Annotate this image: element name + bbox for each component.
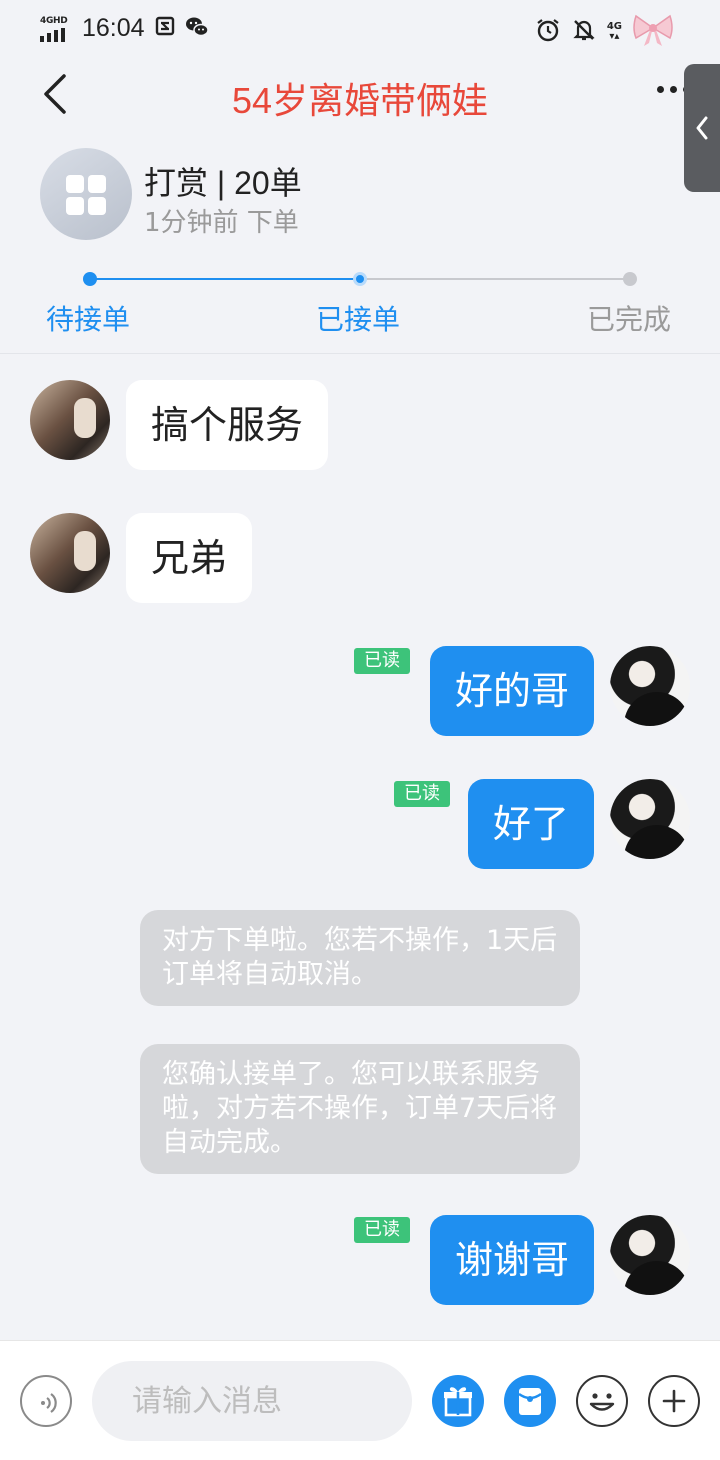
progress-line-done <box>90 278 360 280</box>
page-title: 54岁离婚带俩娃 <box>231 80 489 121</box>
message-bubble-incoming[interactable]: 兄弟 <box>126 513 253 603</box>
4g-icon: 4G ▾▴ <box>606 21 622 42</box>
status-bar: 4GHD 16:04 4G ▾▴ <box>0 0 720 58</box>
chat-header: 54岁离婚带俩娃 <box>0 58 720 130</box>
emoji-button[interactable] <box>576 1375 628 1427</box>
4g-label: 4G <box>606 21 622 32</box>
alarm-icon <box>535 17 561 47</box>
avatar[interactable] <box>610 646 690 726</box>
progress-label-pending-accept: 待接单 <box>46 303 131 336</box>
plus-icon <box>662 1389 686 1413</box>
sim-icon <box>155 16 175 41</box>
bow-icon <box>632 12 674 52</box>
read-badge: 已读 <box>394 781 450 807</box>
read-badge: 已读 <box>354 648 410 674</box>
chevron-left-icon <box>696 116 708 140</box>
progress-dot-3 <box>623 272 637 286</box>
avatar[interactable] <box>610 779 690 859</box>
progress-dot-2 <box>353 272 367 286</box>
message-input[interactable] <box>92 1361 412 1441</box>
smile-icon <box>589 1393 615 1411</box>
side-drawer-handle[interactable] <box>684 64 720 192</box>
avatar[interactable] <box>30 380 110 460</box>
progress-label-completed: 已完成 <box>587 303 672 336</box>
input-bar <box>0 1340 720 1460</box>
message-bubble-outgoing[interactable]: 好的哥 <box>429 646 594 736</box>
voice-icon <box>41 1393 57 1413</box>
status-time: 16:04 <box>82 14 145 42</box>
gift-icon <box>444 1387 472 1417</box>
progress-line-pending <box>360 278 630 280</box>
message-bubble-outgoing[interactable]: 好了 <box>467 779 594 869</box>
message-bubble-outgoing[interactable]: 谢谢哥 <box>429 1215 594 1305</box>
progress-label-accepted: 已接单 <box>316 303 401 336</box>
signal-icon: 4GHD <box>40 16 72 42</box>
network-type-label: 4GHD <box>40 15 68 26</box>
order-app-icon <box>40 148 132 240</box>
avatar[interactable] <box>610 1215 690 1295</box>
system-message: 对方下单啦。您若不操作，1天后订单将自动取消。 <box>140 910 580 1006</box>
bell-muted-icon <box>571 17 597 47</box>
order-progress: 待接单 已接单 已完成 <box>0 268 720 354</box>
wechat-icon <box>185 16 209 42</box>
gift-button[interactable] <box>432 1375 484 1427</box>
message-bubble-incoming[interactable]: 搞个服务 <box>126 380 329 470</box>
avatar[interactable] <box>30 513 110 593</box>
system-message: 您确认接单了。您可以联系服务啦，对方若不操作，订单7天后将自动完成。 <box>140 1044 580 1174</box>
progress-dot-1 <box>83 272 97 286</box>
order-subtitle: 1分钟前 下单 <box>144 208 299 238</box>
red-packet-icon <box>518 1388 542 1415</box>
read-badge: 已读 <box>354 1217 410 1243</box>
more-actions-button[interactable] <box>648 1375 700 1427</box>
red-packet-button[interactable] <box>504 1375 556 1427</box>
voice-button[interactable] <box>20 1375 72 1427</box>
order-title: 打赏 | 20单 <box>144 165 302 201</box>
